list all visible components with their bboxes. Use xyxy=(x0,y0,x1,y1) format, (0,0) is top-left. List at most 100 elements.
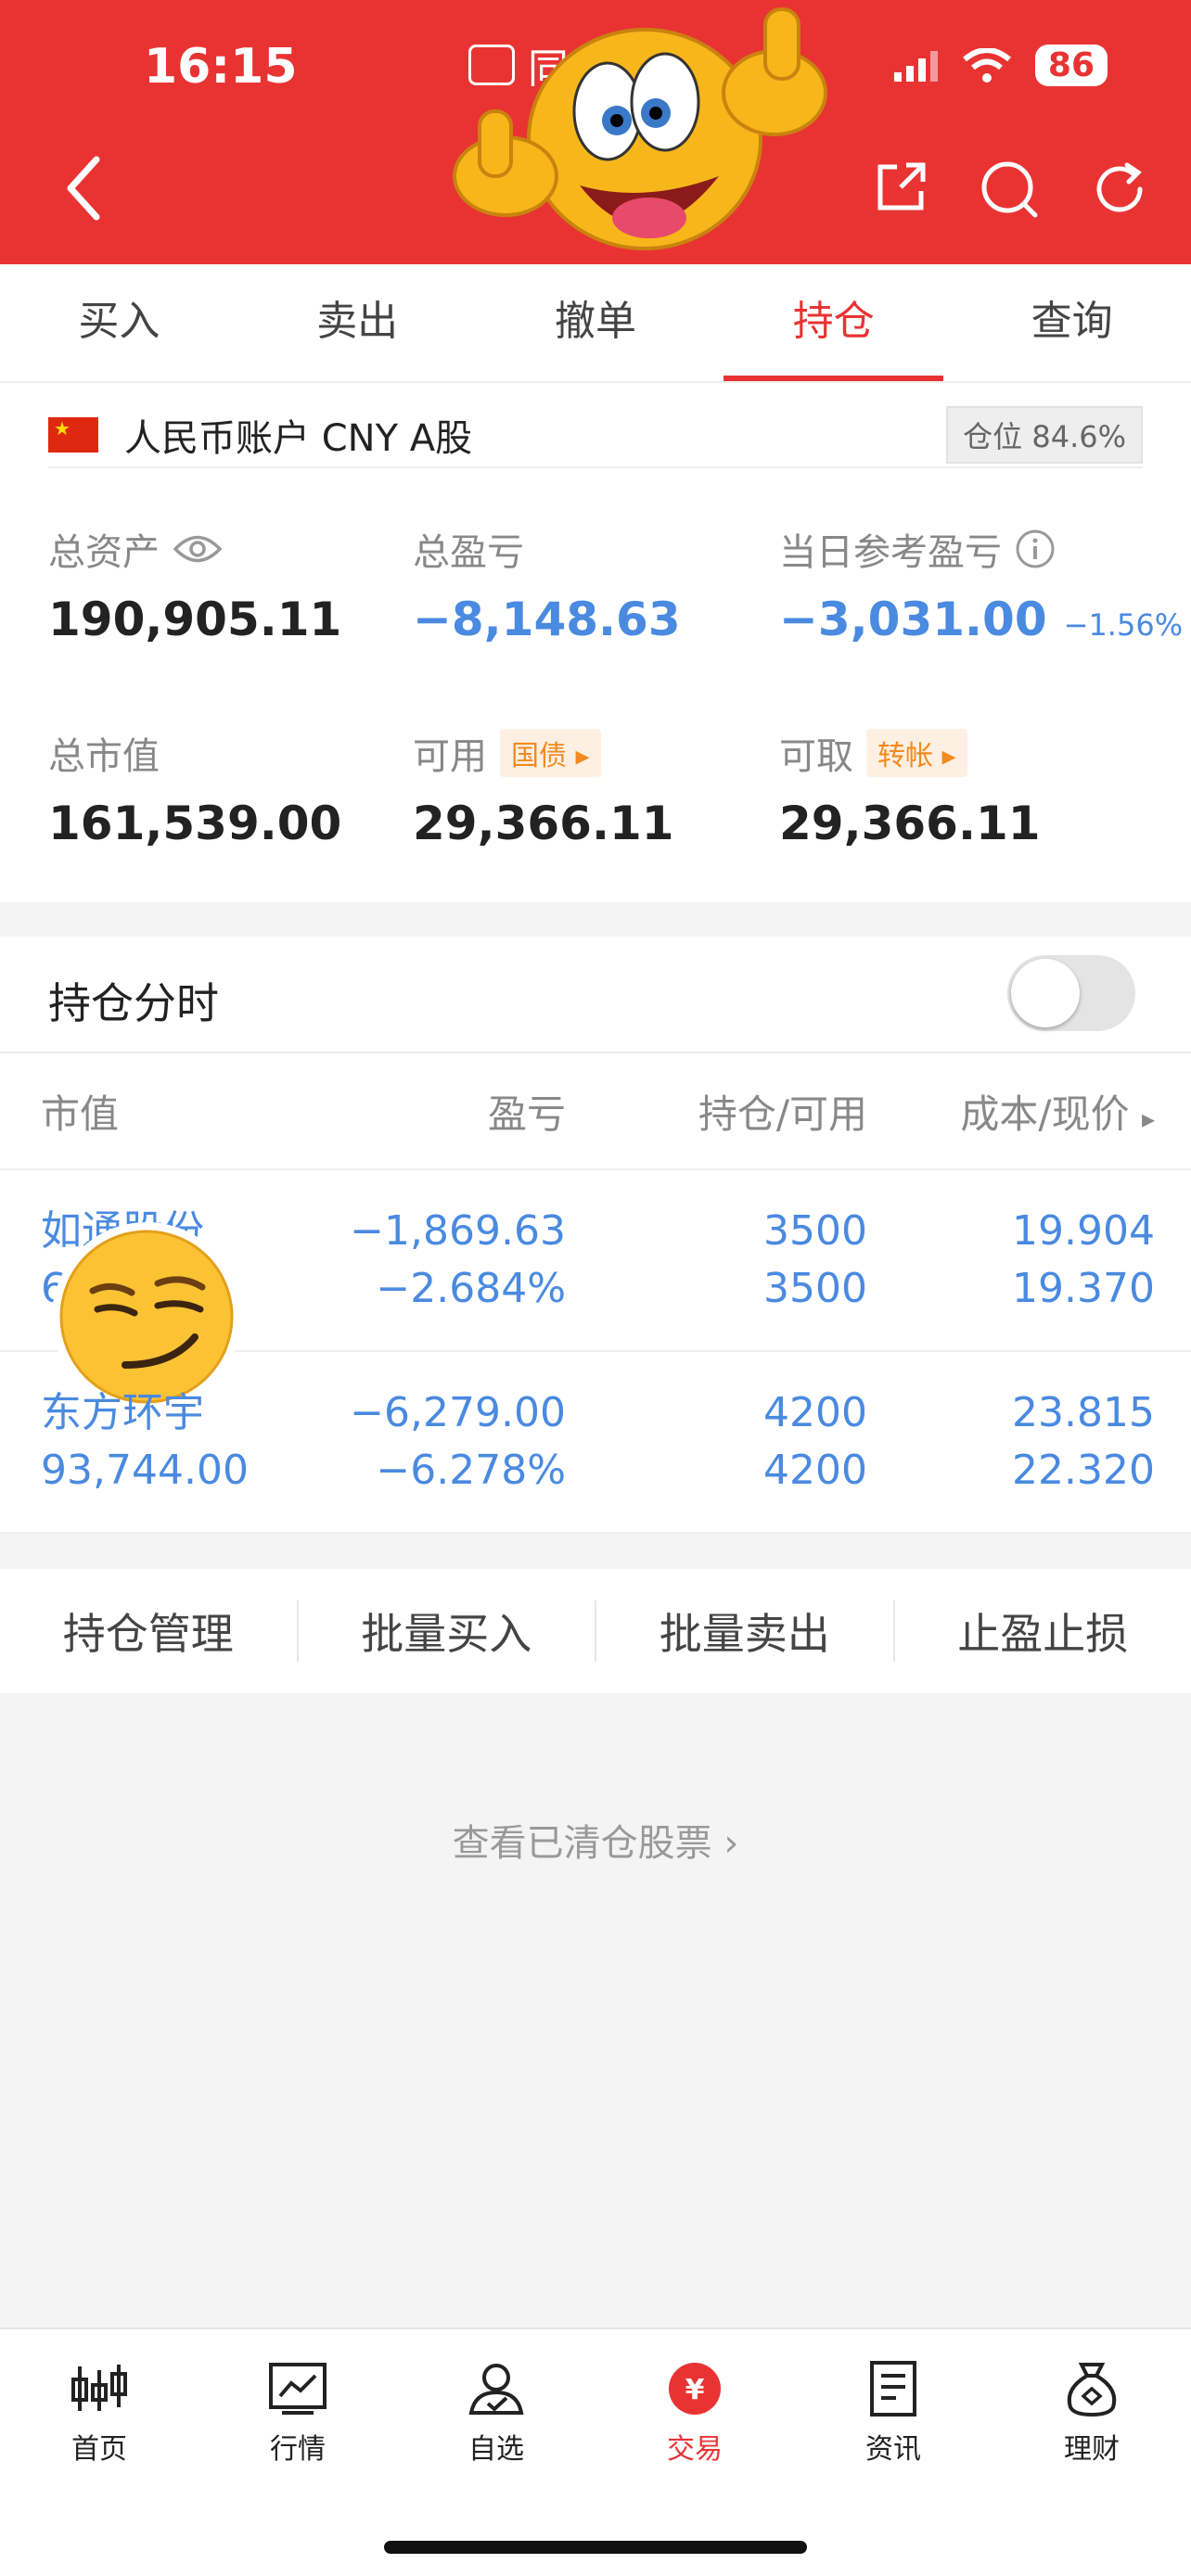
total-assets: 总资产 190,905.11 xyxy=(48,522,341,646)
stock-hold: 3500 xyxy=(763,1207,867,1255)
stock-cost: 19.904 xyxy=(1012,1207,1155,1255)
chevron-right-icon: ▸ xyxy=(1141,1103,1155,1134)
market-value-value: 161,539.00 xyxy=(48,797,342,850)
tabbar-trade-label: 交易 xyxy=(667,2433,723,2466)
status-icons: 86 xyxy=(893,45,1108,86)
tabbar-home-label: 首页 xyxy=(71,2433,127,2466)
batch-sell-button[interactable]: 批量卖出 xyxy=(596,1600,895,1662)
stock-pnl: −6,279.00 xyxy=(350,1389,566,1436)
treasury-bond-button[interactable]: 国债 ▸ xyxy=(500,729,601,777)
back-icon[interactable] xyxy=(65,156,102,221)
toggle-knob xyxy=(1011,959,1080,1027)
total-pnl-value: −8,148.63 xyxy=(413,593,681,646)
stock-pnl-percent: −6.278% xyxy=(376,1447,566,1494)
holding-timeshare-toggle[interactable] xyxy=(1007,955,1135,1031)
stock-available: 4200 xyxy=(763,1447,867,1494)
battery-indicator: 86 xyxy=(1034,45,1108,86)
stock-pnl: −1,869.63 xyxy=(350,1207,566,1255)
market-value-label: 总市值 xyxy=(48,735,160,778)
tab-holdings[interactable]: 持仓 xyxy=(714,264,953,381)
market-value: 总市值 161,539.00 xyxy=(48,726,341,850)
position-label: 仓位 xyxy=(963,419,1023,454)
share-icon[interactable] xyxy=(873,159,928,215)
total-assets-value: 190,905.11 xyxy=(48,593,342,646)
refresh-icon[interactable] xyxy=(1090,159,1149,219)
daily-pnl-percent: −1.56% xyxy=(1063,607,1184,643)
tab-cancel[interactable]: 撤单 xyxy=(477,264,715,381)
account-selector[interactable]: ★ 人民币账户 CNY A股 仓位 84.6% xyxy=(48,403,1143,468)
tab-sell[interactable]: 卖出 xyxy=(238,264,477,381)
wifi-icon xyxy=(962,47,1011,83)
header-pnl[interactable]: 盈亏 xyxy=(343,1083,566,1140)
chart-icon xyxy=(269,2363,327,2415)
home-indicator[interactable] xyxy=(384,2541,807,2554)
eye-icon[interactable] xyxy=(173,533,223,565)
search-icon[interactable] xyxy=(980,159,1039,219)
app-header: 16:15 同花顺 86 xyxy=(0,0,1191,264)
status-time: 16:15 xyxy=(144,39,298,95)
position-ratio-badge: 仓位 84.6% xyxy=(946,406,1143,464)
header-hold-available[interactable]: 持仓/可用 xyxy=(566,1083,867,1140)
tabbar-home[interactable]: 首页 xyxy=(0,2329,198,2576)
money-bag-icon xyxy=(1067,2363,1117,2417)
manage-holdings-button[interactable]: 持仓管理 xyxy=(0,1600,299,1662)
take-profit-stop-loss-button[interactable]: 止盈止损 xyxy=(895,1600,1191,1662)
user-check-icon xyxy=(468,2364,524,2415)
bottom-tab-bar: 首页 行情 自选 ¥ 交易 资讯 理财 xyxy=(0,2327,1191,2576)
yuan-icon: ¥ xyxy=(669,2363,721,2415)
daily-pnl-label: 当日参考盈亏 xyxy=(779,531,1002,574)
transfer-label: 转帐 xyxy=(877,740,933,772)
svg-text:¥: ¥ xyxy=(685,2374,705,2406)
tabbar-watchlist-label: 自选 xyxy=(468,2433,524,2466)
table-row[interactable]: 东方环宇 93,744.00 −6,279.00 −6.278% 4200 42… xyxy=(0,1352,1191,1534)
account-summary: ★ 人民币账户 CNY A股 仓位 84.6% 总资产 190,905.11 总… xyxy=(0,383,1191,902)
header-cost-price[interactable]: 成本/现价 ▸ xyxy=(867,1083,1155,1140)
stock-price: 19.370 xyxy=(1012,1265,1155,1312)
tabbar-news-label: 资讯 xyxy=(865,2433,921,2466)
tabbar-wealth[interactable]: 理财 xyxy=(992,2329,1191,2576)
holdings-action-bar: 持仓管理 批量买入 批量卖出 止盈止损 xyxy=(0,1569,1191,1693)
tabbar-news[interactable]: 资讯 xyxy=(794,2329,992,2576)
holdings-table: 市值 盈亏 持仓/可用 成本/现价 ▸ 如通股份 6 −1,869.63 −2.… xyxy=(0,1053,1191,1534)
withdrawable-value: 29,366.11 xyxy=(779,797,1041,850)
holding-timeshare-row: 持仓分时 xyxy=(0,937,1191,1053)
available-label: 可用 xyxy=(413,735,487,778)
stock-price: 22.320 xyxy=(1012,1447,1155,1494)
position-value: 84.6% xyxy=(1031,419,1126,454)
signal-icon xyxy=(893,50,938,82)
stock-hold: 4200 xyxy=(763,1389,867,1436)
stock-name: 东方环宇 xyxy=(41,1389,204,1436)
china-flag-icon: ★ xyxy=(48,417,98,453)
total-pnl: 总盈亏 −8,148.63 xyxy=(413,522,681,646)
header-cost-price-label: 成本/现价 xyxy=(960,1090,1130,1137)
stock-pnl-percent: −2.684% xyxy=(376,1265,566,1312)
table-row[interactable]: 如通股份 6 −1,869.63 −2.684% 3500 3500 19.90… xyxy=(0,1170,1191,1411)
view-cleared-stocks-link[interactable]: 查看已清仓股票 › xyxy=(0,1813,1191,1867)
candlestick-icon xyxy=(71,2365,127,2411)
tabbar-watchlist[interactable]: 自选 xyxy=(397,2329,596,2576)
thumbs-up-emoji-sticker xyxy=(453,7,827,250)
header-market-value[interactable]: 市值 xyxy=(0,1083,343,1140)
tab-buy[interactable]: 买入 xyxy=(0,264,238,381)
table-header: 市值 盈亏 持仓/可用 成本/现价 ▸ xyxy=(0,1053,1191,1170)
tabbar-market[interactable]: 行情 xyxy=(198,2329,397,2576)
total-assets-label: 总资产 xyxy=(48,531,160,574)
tab-query[interactable]: 查询 xyxy=(953,264,1191,381)
transfer-button[interactable]: 转帐 ▸ xyxy=(866,729,967,777)
cleared-link-label: 查看已清仓股票 xyxy=(452,1822,712,1865)
daily-pnl-value: −3,031.00 xyxy=(779,593,1047,646)
available-funds: 可用 国债 ▸ 29,366.11 xyxy=(413,726,674,850)
tabbar-wealth-label: 理财 xyxy=(1064,2433,1120,2466)
stock-cost: 23.815 xyxy=(1012,1389,1155,1436)
info-icon[interactable] xyxy=(1015,529,1056,569)
stock-available: 3500 xyxy=(763,1265,867,1312)
total-pnl-label: 总盈亏 xyxy=(413,531,524,574)
withdrawable-label: 可取 xyxy=(779,735,853,778)
batch-buy-button[interactable]: 批量买入 xyxy=(299,1600,596,1662)
tabbar-trade[interactable]: ¥ 交易 xyxy=(596,2329,794,2576)
daily-pnl: 当日参考盈亏 −3,031.00 −1.56% xyxy=(779,522,1183,646)
stock-market-value: 93,744.00 xyxy=(41,1447,249,1494)
holding-timeshare-label: 持仓分时 xyxy=(48,978,219,1028)
trade-tabs: 买入 卖出 撤单 持仓 查询 xyxy=(0,264,1191,383)
tabbar-market-label: 行情 xyxy=(270,2433,326,2466)
